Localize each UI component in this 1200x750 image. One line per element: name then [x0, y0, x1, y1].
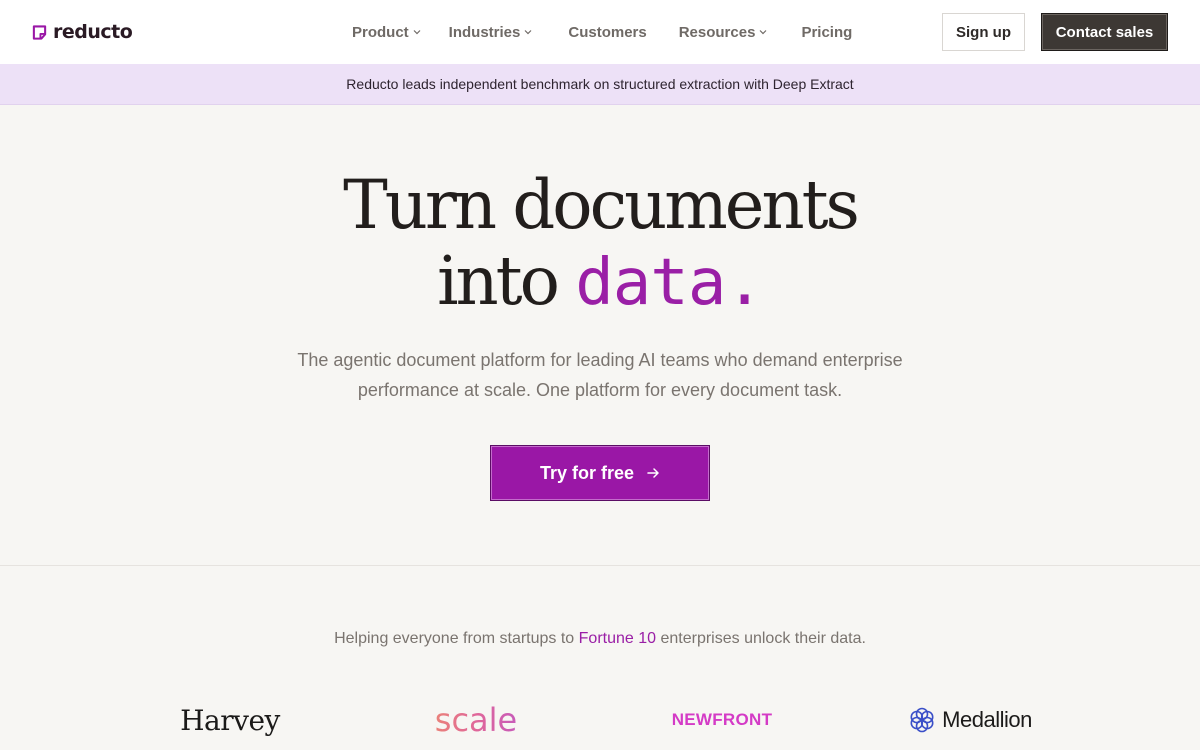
- harvey-logo: Harvey: [180, 703, 280, 737]
- contact-sales-button[interactable]: Contact sales: [1041, 13, 1168, 51]
- hero-title-accent: data.: [575, 246, 764, 320]
- main-nav: Product Industries Customers Resources P…: [352, 0, 852, 64]
- nav-item-label: Customers: [568, 23, 647, 41]
- chevron-down-icon: [524, 30, 532, 35]
- nav-item-industries[interactable]: Industries: [449, 24, 533, 41]
- hero-title-line-1: Turn documents: [343, 166, 860, 244]
- announcement-banner: Reducto leads independent benchmark on s…: [0, 64, 1200, 105]
- medallion-name: Medallion: [942, 707, 1032, 732]
- customers-caption: Helping everyone from startups to Fortun…: [0, 630, 1200, 648]
- site-header: reducto Product Industries Customers Res…: [0, 0, 1200, 64]
- brand-name: reducto: [53, 21, 133, 43]
- nav-item-pricing[interactable]: Pricing: [801, 24, 852, 41]
- hero-title: Turn documents into data.: [0, 167, 1200, 321]
- scale-logo: scale: [396, 700, 556, 740]
- hero-section: Turn documents into data. The agentic do…: [0, 105, 1200, 566]
- nav-item-product[interactable]: Product: [352, 24, 421, 41]
- hero-subtitle-line-1: The agentic document platform for leadin…: [297, 350, 903, 370]
- nav-item-resources[interactable]: Resources: [679, 24, 768, 41]
- nav-item-label: Pricing: [801, 23, 853, 41]
- sign-up-button[interactable]: Sign up: [942, 13, 1025, 51]
- announcement-link[interactable]: Reducto leads independent benchmark on s…: [346, 76, 853, 92]
- nav-item-label: Industries: [448, 23, 521, 41]
- caption-prefix: Helping everyone from startups to: [334, 630, 579, 647]
- chevron-down-icon: [760, 30, 767, 35]
- hero-subtitle: The agentic document platform for leadin…: [270, 345, 930, 405]
- brand-logo[interactable]: reducto: [32, 20, 133, 44]
- nav-item-label: Resources: [678, 23, 756, 41]
- medallion-knot-icon: [910, 707, 934, 733]
- caption-suffix: enterprises unlock their data.: [656, 630, 866, 647]
- caption-highlight: Fortune 10: [578, 630, 657, 647]
- nav-item-customers[interactable]: Customers: [568, 24, 646, 41]
- newfront-logo: NEWFRONT: [671, 710, 773, 729]
- hero-subtitle-line-2: performance at scale. One platform for e…: [357, 380, 843, 400]
- folded-page-icon: [32, 24, 47, 40]
- hero-title-prefix: into: [437, 242, 576, 320]
- customer-logos-section: Helping everyone from startups to Fortun…: [0, 566, 1200, 750]
- nav-item-label: Product: [352, 23, 409, 41]
- chevron-down-icon: [413, 30, 421, 35]
- try-for-free-label: Try for free: [539, 462, 635, 483]
- try-for-free-button[interactable]: Try for free: [490, 445, 710, 501]
- medallion-logo: Medallion: [890, 700, 1050, 740]
- arrow-right-icon: [647, 468, 659, 478]
- hero-title-line-2: into data.: [0, 243, 1200, 321]
